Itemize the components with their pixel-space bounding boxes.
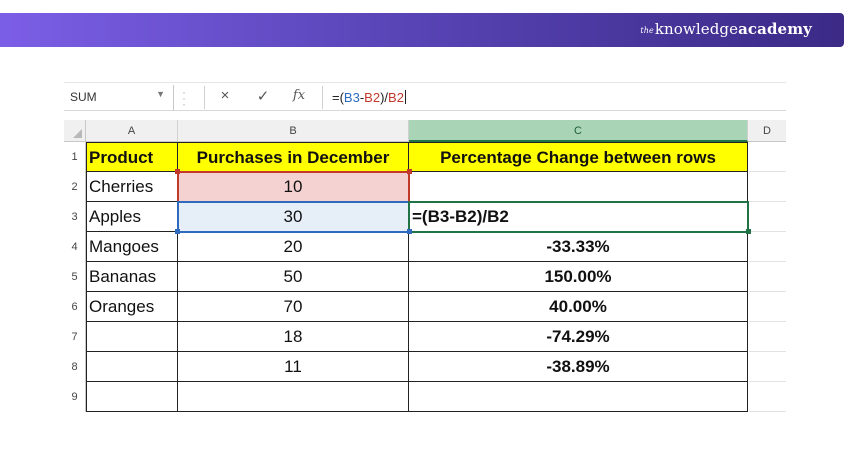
formula-part: =( — [332, 90, 344, 105]
divider — [322, 86, 323, 109]
cell-b9[interactable] — [178, 382, 409, 412]
cell-d5[interactable] — [749, 262, 786, 292]
row-header-6[interactable]: 6 — [64, 292, 86, 322]
cell-d1[interactable] — [749, 142, 786, 172]
formula-bar: SUM ▼ · · · × ✓ fx =(B3-B2)/B2 — [64, 82, 786, 111]
column-header-c[interactable]: C — [409, 120, 748, 142]
text-cursor — [404, 90, 406, 104]
cancel-icon[interactable]: × — [214, 87, 236, 109]
cell-b7[interactable]: 18 — [178, 322, 409, 352]
formula-part: )/ — [380, 90, 389, 105]
cell-b6[interactable]: 70 — [178, 292, 409, 322]
cell-d6[interactable] — [749, 292, 786, 322]
resize-handle[interactable] — [175, 229, 180, 234]
cell-b8[interactable]: 11 — [178, 352, 409, 382]
cell-b2[interactable]: 10 — [178, 172, 409, 202]
cell-c8[interactable]: -38.89% — [409, 352, 748, 382]
row-header-3[interactable]: 3 — [64, 202, 86, 232]
column-header-a[interactable]: A — [86, 120, 178, 142]
cell-c9[interactable] — [409, 382, 748, 412]
cell-c3[interactable]: =(B3-B2)/B2 — [409, 202, 748, 232]
cell-a1[interactable]: Product — [86, 142, 178, 172]
cell-a2[interactable]: Cherries — [86, 172, 178, 202]
row-header-9[interactable]: 9 — [64, 382, 86, 412]
brand-logo: theknowledgeacademy — [640, 20, 812, 38]
select-all-corner[interactable] — [64, 120, 86, 142]
row-header-5[interactable]: 5 — [64, 262, 86, 292]
resize-handle[interactable] — [407, 229, 412, 234]
cell-c1[interactable]: Percentage Change between rows — [409, 142, 748, 172]
formula-input[interactable]: =(B3-B2)/B2 — [332, 90, 406, 105]
insert-function-icon[interactable]: fx — [288, 88, 310, 110]
cell-d8[interactable] — [749, 352, 786, 382]
cell-a4[interactable]: Mangoes — [86, 232, 178, 262]
cell-c4[interactable]: -33.33% — [409, 232, 748, 262]
enter-check-icon[interactable]: ✓ — [252, 87, 274, 109]
name-box[interactable]: SUM ▼ — [64, 85, 174, 110]
formula-ref-b3: B3 — [343, 90, 360, 105]
resize-handle[interactable] — [407, 169, 412, 174]
cell-d9[interactable] — [749, 382, 786, 412]
row-header-4[interactable]: 4 — [64, 232, 86, 262]
cell-d2[interactable] — [749, 172, 786, 202]
column-header-d[interactable]: D — [748, 120, 786, 142]
brand-banner: theknowledgeacademy — [0, 13, 844, 47]
cell-c6[interactable]: 40.00% — [409, 292, 748, 322]
cell-c7[interactable]: -74.29% — [409, 322, 748, 352]
cell-b1[interactable]: Purchases in December — [178, 142, 409, 172]
grip-icon[interactable]: · · · — [182, 86, 186, 110]
resize-handle[interactable] — [175, 169, 180, 174]
cell-c5[interactable]: 150.00% — [409, 262, 748, 292]
brand-knowledge: knowledge — [654, 20, 739, 38]
chevron-down-icon[interactable]: ▼ — [156, 89, 165, 99]
row-header-2[interactable]: 2 — [64, 172, 86, 202]
brand-academy: academy — [738, 20, 812, 38]
cell-d7[interactable] — [749, 322, 786, 352]
cell-a3[interactable]: Apples — [86, 202, 178, 232]
row-header-1[interactable]: 1 — [64, 142, 86, 172]
cell-a9[interactable] — [86, 382, 178, 412]
cell-a8[interactable] — [86, 352, 178, 382]
cell-a5[interactable]: Bananas — [86, 262, 178, 292]
cell-d4[interactable] — [749, 232, 786, 262]
row-header-8[interactable]: 8 — [64, 352, 86, 382]
row-header-7[interactable]: 7 — [64, 322, 86, 352]
brand-the: the — [640, 26, 654, 35]
cell-b4[interactable]: 20 — [178, 232, 409, 262]
cell-b3[interactable]: 30 — [178, 202, 409, 232]
column-header-b[interactable]: B — [178, 120, 409, 142]
cell-c2[interactable] — [409, 172, 748, 202]
cell-a6[interactable]: Oranges — [86, 292, 178, 322]
cell-a7[interactable] — [86, 322, 178, 352]
formula-ref-b2: B2 — [364, 90, 381, 105]
formula-ref-b2: B2 — [388, 90, 404, 105]
name-box-value: SUM — [70, 90, 97, 104]
divider — [204, 86, 205, 109]
fill-handle[interactable] — [746, 229, 751, 234]
cell-b5[interactable]: 50 — [178, 262, 409, 292]
cell-d3[interactable] — [749, 202, 786, 232]
